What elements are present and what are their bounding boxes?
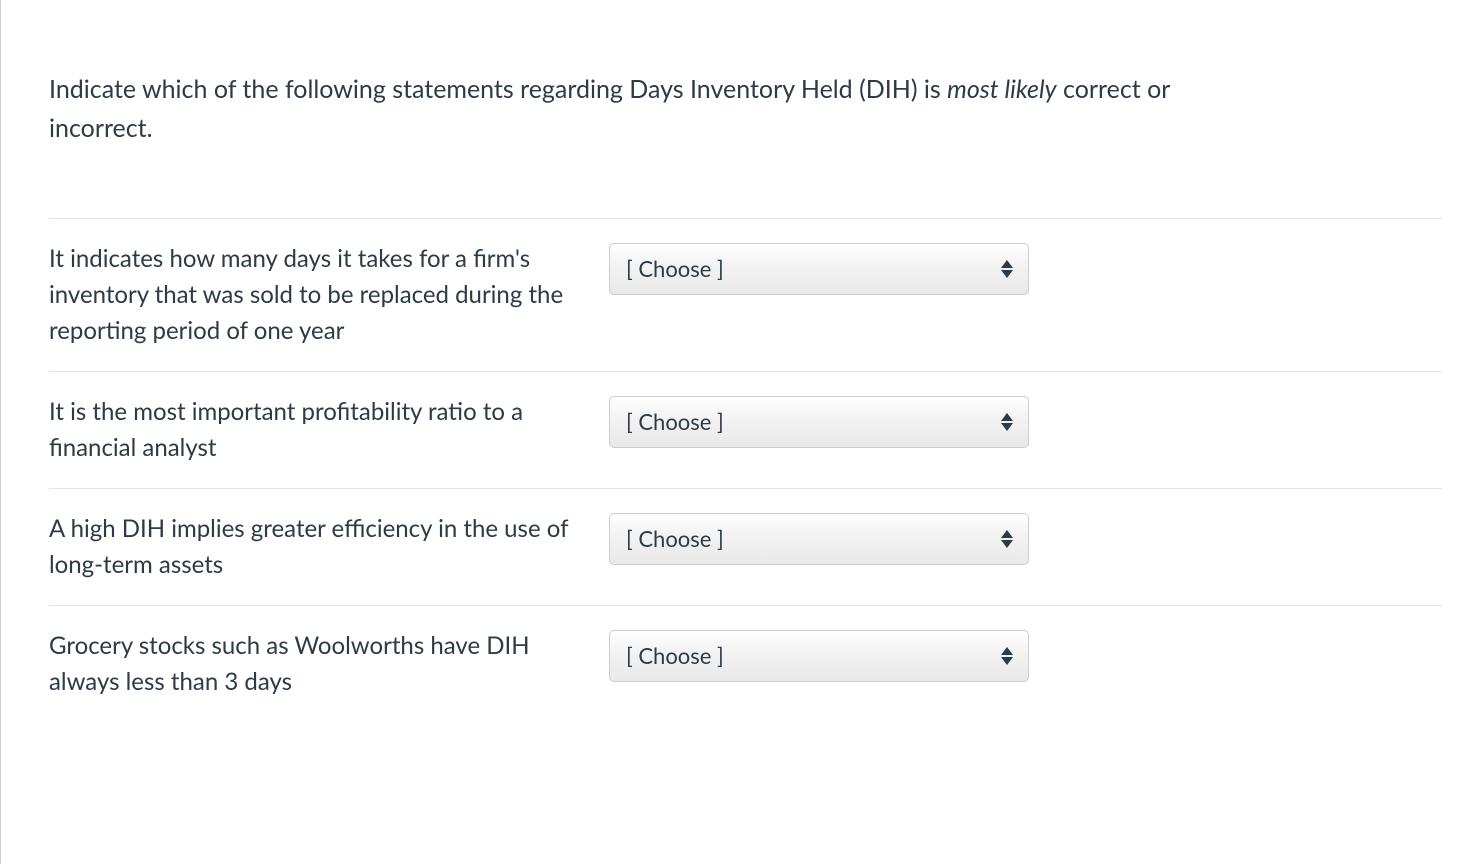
- sort-arrows-icon: [1000, 258, 1014, 280]
- statement-label: It is the most important profitability r…: [49, 394, 609, 466]
- select-cell: [ Choose ]: [609, 628, 1039, 682]
- choose-dropdown[interactable]: [ Choose ]: [609, 513, 1029, 565]
- dropdown-value: [ Choose ]: [626, 255, 724, 282]
- match-row: It indicates how many days it takes for …: [49, 218, 1442, 371]
- select-cell: [ Choose ]: [609, 241, 1039, 295]
- sort-arrows-icon: [1000, 645, 1014, 667]
- prompt-emphasis: most likely: [947, 74, 1056, 104]
- sort-arrows-icon: [1000, 528, 1014, 550]
- choose-dropdown[interactable]: [ Choose ]: [609, 243, 1029, 295]
- question-container: Indicate which of the following statemen…: [0, 0, 1482, 864]
- select-cell: [ Choose ]: [609, 394, 1039, 448]
- dropdown-value: [ Choose ]: [626, 525, 724, 552]
- match-row: It is the most important profitability r…: [49, 371, 1442, 488]
- statement-label: It indicates how many days it takes for …: [49, 241, 609, 349]
- match-row: Grocery stocks such as Woolworths have D…: [49, 605, 1442, 722]
- match-row: A high DIH implies greater efficiency in…: [49, 488, 1442, 605]
- choose-dropdown[interactable]: [ Choose ]: [609, 630, 1029, 682]
- sort-arrows-icon: [1000, 411, 1014, 433]
- statement-label: Grocery stocks such as Woolworths have D…: [49, 628, 609, 700]
- statement-label: A high DIH implies greater efficiency in…: [49, 511, 609, 583]
- select-cell: [ Choose ]: [609, 511, 1039, 565]
- dropdown-value: [ Choose ]: [626, 642, 724, 669]
- choose-dropdown[interactable]: [ Choose ]: [609, 396, 1029, 448]
- dropdown-value: [ Choose ]: [626, 408, 724, 435]
- question-content: Indicate which of the following statemen…: [1, 0, 1482, 762]
- prompt-text-before: Indicate which of the following statemen…: [49, 74, 947, 104]
- question-prompt: Indicate which of the following statemen…: [49, 70, 1249, 148]
